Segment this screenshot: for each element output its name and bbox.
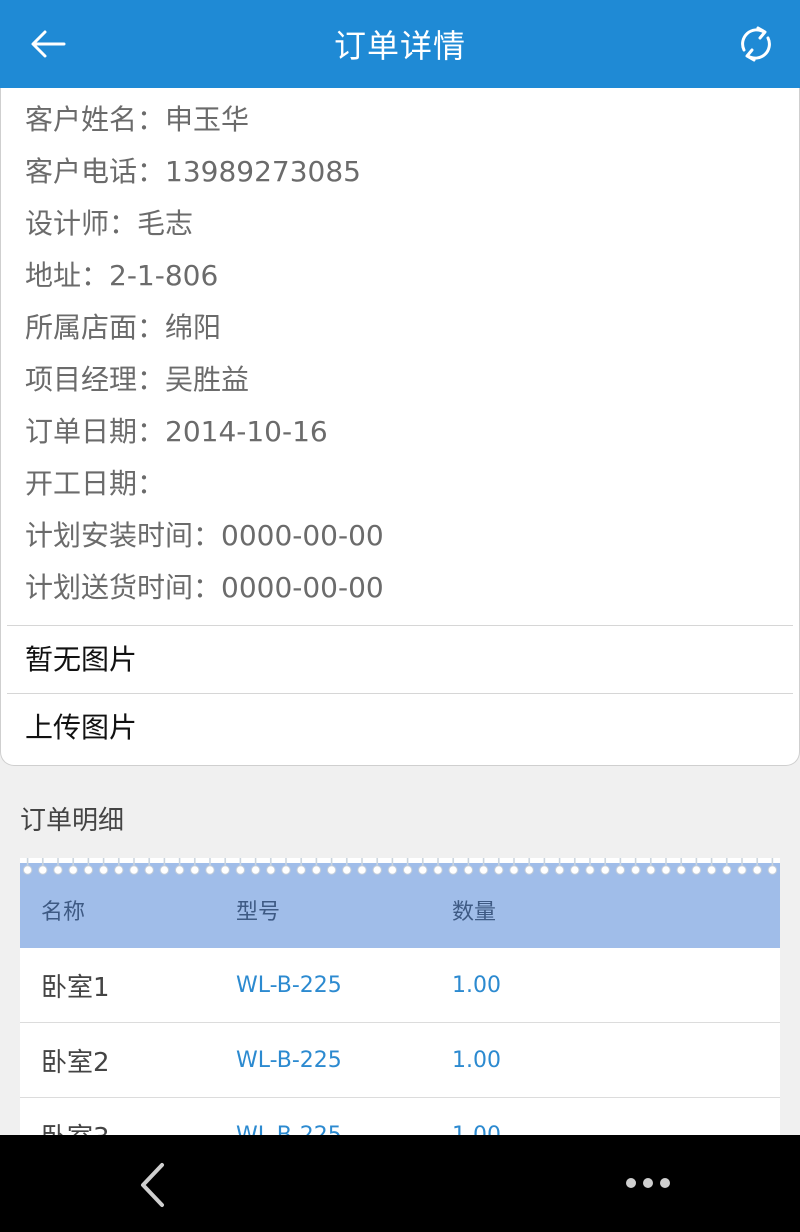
- more-dots-icon: [626, 1178, 670, 1188]
- order-info-card: 客户姓名：申玉华 客户电话：13989273085 设计师：毛志 地址：2-1-…: [0, 88, 800, 766]
- bottom-navigation-bar: [0, 1135, 800, 1232]
- column-header-name: 名称: [41, 900, 86, 925]
- project-manager-row: 项目经理：吴胜益: [25, 363, 250, 396]
- designer-row: 设计师：毛志: [25, 207, 194, 240]
- nav-back-button[interactable]: [128, 1159, 176, 1211]
- table-header: 名称 型号 数量: [20, 858, 780, 948]
- top-bar: 订单详情: [0, 0, 800, 88]
- item-quantity: 1.00: [452, 1047, 501, 1073]
- address-row: 地址：2-1-806: [25, 259, 219, 292]
- item-model: WL-B-225: [236, 972, 342, 998]
- page-title: 订单详情: [333, 27, 466, 65]
- refresh-button[interactable]: [728, 16, 784, 72]
- order-details-title: 订单明细: [20, 806, 125, 836]
- column-header-quantity: 数量: [452, 900, 497, 925]
- table-row[interactable]: 卧室2 WL-B-225 1.00: [20, 1023, 780, 1098]
- table-row[interactable]: 卧室1 WL-B-225 1.00: [20, 948, 780, 1023]
- item-quantity: 1.00: [452, 972, 501, 998]
- chevron-left-icon: [141, 1163, 164, 1207]
- upload-image-button[interactable]: 上传图片: [1, 694, 799, 761]
- order-date-row: 订单日期：2014-10-16: [25, 415, 328, 448]
- order-details-table: 名称 型号 数量 卧室1 WL-B-225 1.00 卧室2 WL-B-225 …: [20, 858, 780, 1173]
- start-date-row: 开工日期：: [25, 467, 166, 500]
- back-arrow-icon: [31, 30, 66, 58]
- binder-holes-decoration: [20, 858, 780, 878]
- no-image-item[interactable]: 暂无图片: [1, 626, 799, 693]
- item-name: 卧室2: [41, 1047, 110, 1078]
- store-row: 所属店面：绵阳: [25, 311, 222, 344]
- back-button[interactable]: [20, 18, 76, 70]
- customer-phone-row: 客户电话：13989273085: [25, 155, 361, 188]
- refresh-icon: [741, 26, 771, 62]
- item-model: WL-B-225: [236, 1047, 342, 1073]
- customer-name-row: 客户姓名：申玉华: [25, 103, 250, 136]
- app-screen: 订单详情 客户姓名：申玉华 客户电话：13989273085 设计师：毛志 地址…: [0, 0, 800, 1232]
- delivery-time-row: 计划送货时间：0000-00-00: [25, 571, 384, 604]
- customer-info-list: 客户姓名：申玉华 客户电话：13989273085 设计师：毛志 地址：2-1-…: [1, 88, 799, 614]
- item-name: 卧室1: [41, 972, 110, 1003]
- install-time-row: 计划安装时间：0000-00-00: [25, 519, 384, 552]
- nav-more-button[interactable]: [616, 1167, 680, 1199]
- column-header-model: 型号: [236, 900, 281, 925]
